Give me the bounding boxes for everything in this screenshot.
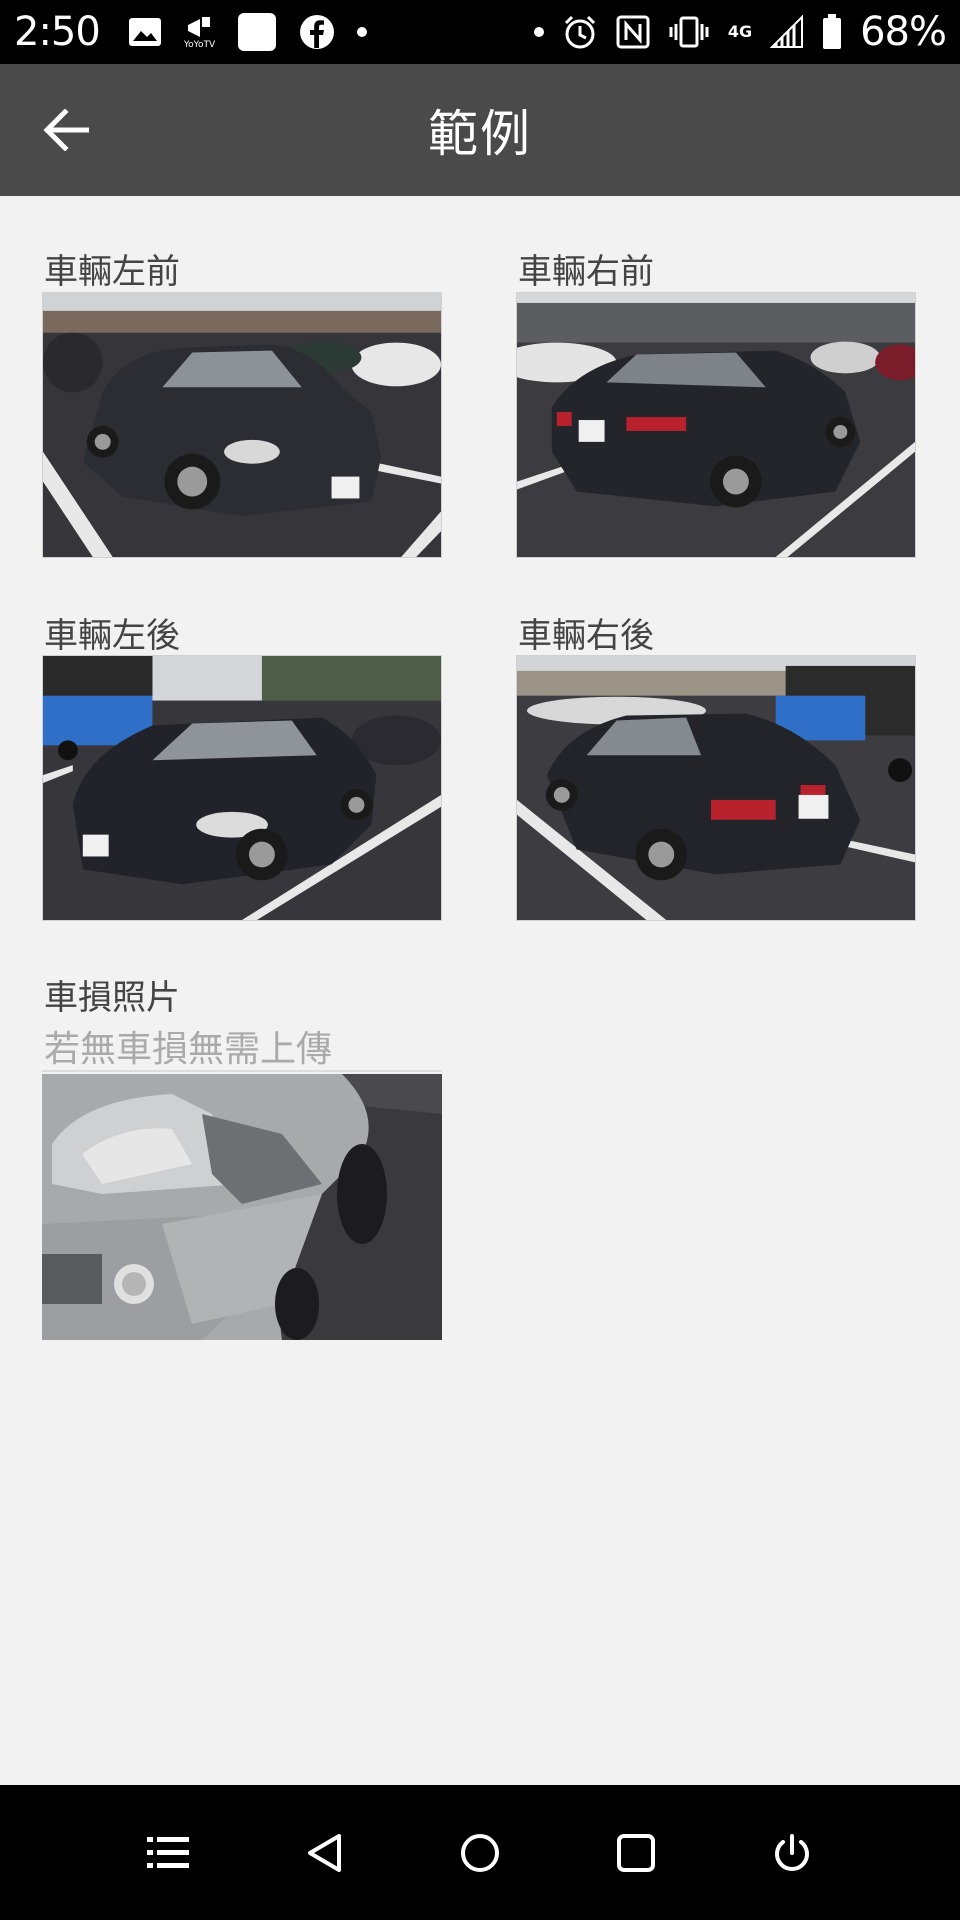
alarm-icon [562,12,598,52]
4g-icon: 4G [728,12,752,52]
facebook-icon [299,12,335,52]
nav-home-button[interactable] [450,1823,510,1883]
menu-button[interactable] [138,1823,198,1883]
label-front-right: 車輛右前 [518,252,654,292]
battery-percent: 68% [860,9,947,55]
navigation-bar [0,1785,960,1920]
page-title: 範例 [428,105,532,163]
photo-front-right[interactable] [516,292,916,558]
status-time: 2:50 [14,9,101,55]
vibrate-icon [668,12,710,52]
yoyotv-label: YoYoTV [183,39,216,50]
network-label: 4G [727,22,753,41]
yoyotv-icon: YoYoTV [184,12,215,52]
dot-icon [533,12,544,52]
label-front-left: 車輛左前 [44,252,180,292]
status-bar: 2:50 YoYoTV 4G 68% [0,0,960,64]
app-square-icon [237,12,277,52]
battery-icon [822,12,842,52]
photo-rear-right[interactable] [516,655,916,921]
label-damage: 車損照片 [44,978,180,1018]
signal-icon [770,12,804,52]
photo-rear-left[interactable] [42,655,442,921]
nav-back-button[interactable] [294,1823,354,1883]
image-icon [128,12,162,52]
photo-front-left[interactable] [42,292,442,558]
recents-square-icon [617,1833,655,1872]
nav-recents-button[interactable] [606,1823,666,1883]
label-rear-right: 車輛右後 [518,616,654,656]
photo-damage[interactable] [42,1074,442,1340]
nfc-icon [616,12,650,52]
label-rear-left: 車輛左後 [44,616,180,656]
home-circle-icon [461,1833,499,1872]
notification-dot-icon [357,12,368,52]
divider [42,1070,442,1072]
status-left-icons: YoYoTV [128,12,368,52]
status-right-icons: 4G 68% [533,9,947,55]
back-triangle-icon [308,1833,341,1872]
power-button[interactable] [762,1823,822,1883]
power-icon [775,1833,809,1871]
damage-note: 若無車損無需上傳 [44,1029,333,1070]
menu-icon [147,1836,189,1868]
app-bar: 範例 [0,64,960,196]
